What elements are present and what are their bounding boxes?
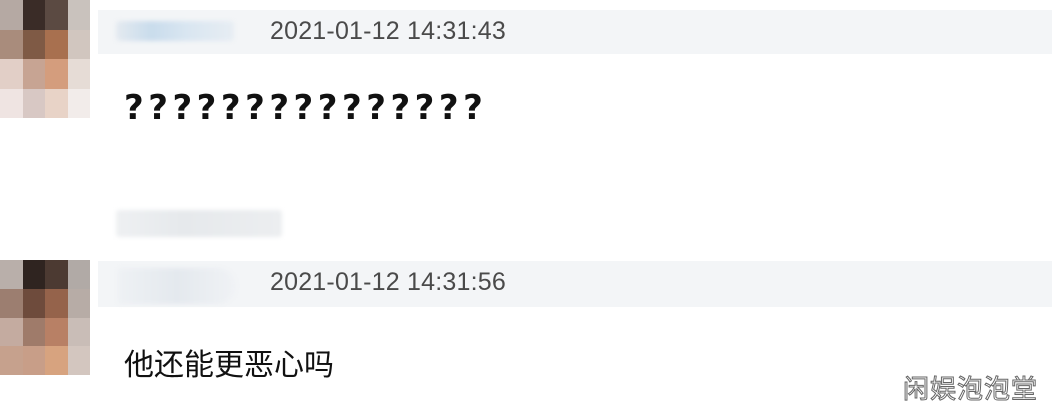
avatar-mosaic-cell [0, 59, 23, 89]
comment-header-bar [98, 261, 1052, 307]
avatar-mosaic-cell [67, 59, 90, 89]
avatar-mosaic-cell [45, 260, 68, 289]
reply-link-redacted[interactable] [116, 210, 282, 237]
avatar-mosaic-cell [22, 288, 45, 318]
avatar-mosaic-cell [0, 29, 23, 59]
comment-header-bar [98, 10, 1052, 54]
avatar-mosaic-cell [22, 317, 45, 347]
username-redacted[interactable] [116, 21, 234, 41]
avatar-mosaic-cell [45, 59, 68, 89]
comment-timestamp: 2021-01-12 14:31:56 [270, 268, 506, 296]
watermark: 闲娱泡泡堂 [902, 375, 1038, 406]
avatar-mosaic-cell [67, 260, 90, 289]
avatar-mosaic-cell [22, 346, 45, 375]
avatar-mosaic-cell [67, 288, 90, 318]
avatar-mosaic-cell [67, 29, 90, 59]
avatar-mosaic-cell [22, 59, 45, 89]
avatar[interactable] [0, 260, 90, 375]
avatar-mosaic-cell [67, 88, 90, 118]
avatar[interactable] [0, 0, 90, 118]
avatar-mosaic-cell [0, 260, 23, 289]
comment-text: 他还能更恶心吗 [124, 348, 334, 383]
comment-timestamp: 2021-01-12 14:31:43 [270, 17, 506, 45]
avatar-mosaic-cell [45, 29, 68, 59]
avatar-mosaic-cell [45, 0, 68, 30]
avatar-mosaic-cell [0, 317, 23, 347]
avatar-mosaic-cell [45, 88, 68, 118]
avatar-mosaic-cell [22, 88, 45, 118]
avatar-mosaic-cell [22, 260, 45, 289]
username-redacted[interactable] [118, 268, 236, 304]
avatar-mosaic-cell [45, 288, 68, 318]
avatar-mosaic-cell [0, 0, 23, 30]
avatar-mosaic-cell [45, 346, 68, 375]
comment-feed: 2021-01-12 14:31:43 ??????????????? 2021… [0, 0, 1052, 414]
avatar-mosaic-cell [0, 88, 23, 118]
avatar-mosaic-cell [22, 29, 45, 59]
avatar-mosaic-cell [45, 317, 68, 347]
avatar-mosaic-cell [67, 346, 90, 375]
avatar-mosaic-cell [67, 0, 90, 30]
avatar-mosaic-cell [67, 317, 90, 347]
comment-text: ??????????????? [124, 88, 488, 128]
avatar-mosaic-cell [0, 288, 23, 318]
avatar-mosaic-cell [22, 0, 45, 30]
avatar-mosaic-cell [0, 346, 23, 375]
